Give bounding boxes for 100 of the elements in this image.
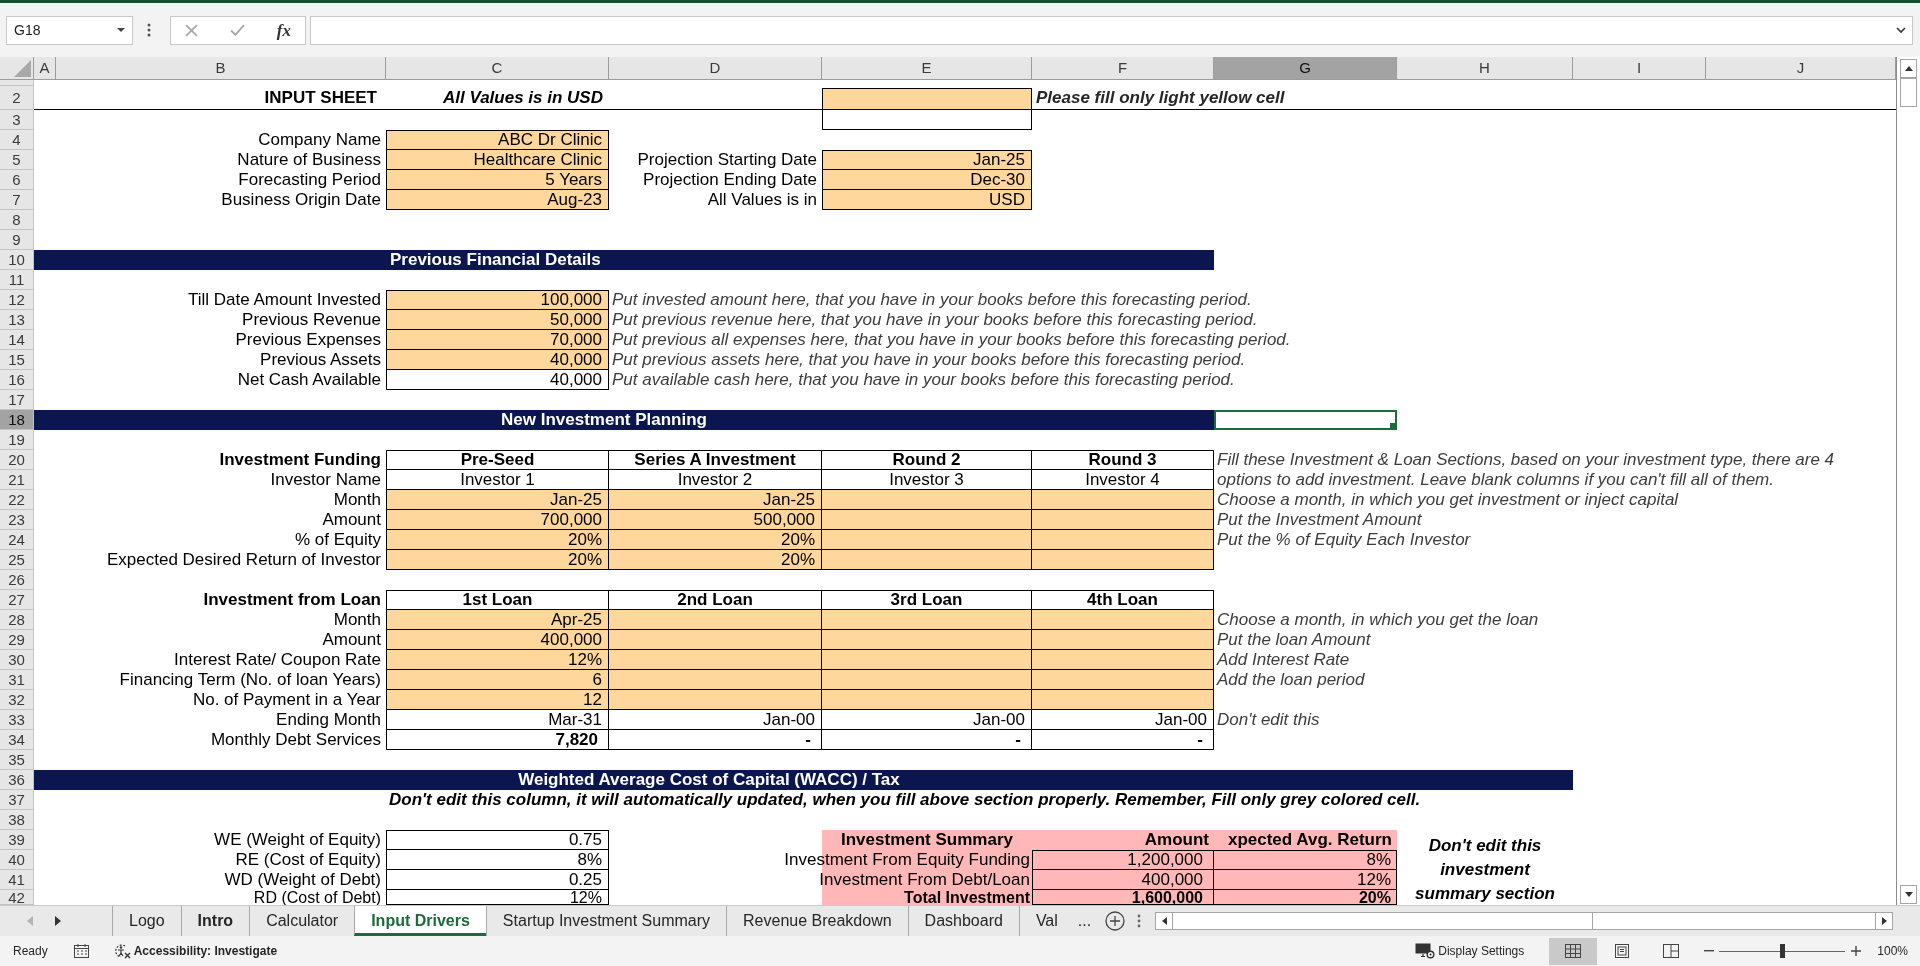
input-cell[interactable]: Jan-25 <box>609 490 822 510</box>
row-header[interactable]: 13 <box>0 310 34 330</box>
input-cell[interactable] <box>1032 550 1214 570</box>
caret-right-icon[interactable] <box>55 916 61 926</box>
input-cell[interactable]: 100,000 <box>386 290 609 310</box>
input-cell[interactable] <box>1032 670 1214 690</box>
row-header[interactable]: 23 <box>0 510 34 530</box>
row-header[interactable]: 37 <box>0 790 34 810</box>
row-header[interactable]: 18 <box>0 410 34 430</box>
column-header[interactable]: J <box>1706 57 1896 80</box>
row-header[interactable]: 39 <box>0 830 34 850</box>
row-header[interactable]: 12 <box>0 290 34 310</box>
scrollbar-thumb[interactable] <box>1900 78 1917 107</box>
row-header[interactable]: 14 <box>0 330 34 350</box>
row-header[interactable]: 40 <box>0 850 34 870</box>
input-cell[interactable] <box>822 490 1032 510</box>
name-box[interactable]: G18 <box>6 15 133 45</box>
row-header[interactable]: 19 <box>0 430 34 450</box>
column-header[interactable]: H <box>1397 57 1573 80</box>
input-cell[interactable]: ABC Dr Clinic <box>386 130 609 150</box>
input-cell[interactable]: 12% <box>386 650 609 670</box>
column-header[interactable]: F <box>1032 57 1214 80</box>
row-header[interactable]: 24 <box>0 530 34 550</box>
input-cell[interactable]: 12 <box>386 690 609 710</box>
minus-icon[interactable] <box>1704 950 1715 952</box>
row-header[interactable]: 4 <box>0 130 34 150</box>
column-header[interactable]: G <box>1214 57 1397 80</box>
row-header[interactable]: 15 <box>0 350 34 370</box>
input-cell[interactable] <box>822 650 1032 670</box>
input-cell[interactable]: 5 Years <box>386 170 609 190</box>
input-cell[interactable]: Jan-25 <box>386 490 609 510</box>
input-cell[interactable]: 20% <box>609 530 822 550</box>
row-header[interactable]: 21 <box>0 470 34 490</box>
caret-down-icon[interactable] <box>117 28 125 32</box>
row-header[interactable]: 5 <box>0 150 34 170</box>
input-cell[interactable]: 20% <box>609 550 822 570</box>
formula-input[interactable] <box>310 15 1913 45</box>
input-cell[interactable]: 400,000 <box>386 630 609 650</box>
column-header[interactable]: E <box>822 57 1032 80</box>
caret-down-icon[interactable] <box>1904 892 1913 897</box>
input-cell[interactable] <box>822 530 1032 550</box>
sheet-tab[interactable]: Input Drivers <box>354 906 486 936</box>
input-cell[interactable] <box>1032 510 1214 530</box>
input-cell[interactable] <box>609 650 822 670</box>
row-header[interactable]: 8 <box>0 210 34 230</box>
vertical-dots-icon[interactable] <box>147 23 151 37</box>
row-header[interactable]: 27 <box>0 590 34 610</box>
input-cell[interactable]: 20% <box>386 550 609 570</box>
input-cell[interactable] <box>1032 630 1214 650</box>
row-header[interactable]: 31 <box>0 670 34 690</box>
input-cell[interactable] <box>1032 610 1214 630</box>
row-header[interactable]: 3 <box>0 110 34 130</box>
input-cell[interactable]: 50,000 <box>386 310 609 330</box>
input-cell[interactable] <box>822 690 1032 710</box>
input-cell[interactable]: 500,000 <box>609 510 822 530</box>
input-cell[interactable] <box>609 690 822 710</box>
calendar-icon[interactable] <box>73 944 89 958</box>
row-header[interactable]: 35 <box>0 750 34 770</box>
zoom-level[interactable]: 100% <box>1877 942 1908 960</box>
fill-handle[interactable] <box>1390 423 1395 428</box>
input-cell[interactable] <box>1032 650 1214 670</box>
slider-thumb[interactable] <box>1780 944 1786 958</box>
column-header[interactable]: B <box>56 57 386 80</box>
input-cell[interactable]: 40,000 <box>386 350 609 370</box>
row-header[interactable]: 42 <box>0 890 34 905</box>
column-header[interactable]: C <box>386 57 609 80</box>
row-header[interactable]: 20 <box>0 450 34 470</box>
input-cell[interactable] <box>822 630 1032 650</box>
row-header[interactable]: 6 <box>0 170 34 190</box>
row-header[interactable]: 28 <box>0 610 34 630</box>
column-header[interactable]: A <box>34 57 56 80</box>
vertical-dots-icon[interactable] <box>1137 914 1142 928</box>
caret-right-icon[interactable] <box>1881 917 1887 925</box>
chevron-down-icon[interactable] <box>1896 27 1906 33</box>
row-header[interactable]: 32 <box>0 690 34 710</box>
view-button[interactable] <box>1549 937 1598 965</box>
caret-up-icon[interactable] <box>1904 66 1913 71</box>
column-header[interactable]: I <box>1573 57 1706 80</box>
scroll-down-button[interactable] <box>1900 885 1917 904</box>
input-cell[interactable]: Healthcare Clinic <box>386 150 609 170</box>
display-settings-button[interactable]: Display Settings <box>1415 942 1525 960</box>
column-header[interactable]: D <box>609 57 822 80</box>
row-header[interactable]: 34 <box>0 730 34 750</box>
caret-left-icon[interactable] <box>1161 917 1167 925</box>
row-header[interactable]: 2 <box>0 86 34 110</box>
input-cell[interactable] <box>609 610 822 630</box>
row-header[interactable]: 22 <box>0 490 34 510</box>
input-cell[interactable] <box>609 630 822 650</box>
input-cell[interactable] <box>822 510 1032 530</box>
row-header[interactable]: 10 <box>0 250 34 270</box>
input-cell[interactable] <box>1032 490 1214 510</box>
row-header[interactable]: 41 <box>0 870 34 890</box>
input-cell[interactable]: Aug-23 <box>386 190 609 210</box>
vertical-scrollbar[interactable] <box>1896 57 1920 905</box>
input-cell[interactable]: Jan-25 <box>822 150 1032 170</box>
insert-function-button[interactable]: fx <box>276 21 291 39</box>
row-header[interactable]: 30 <box>0 650 34 670</box>
input-cell[interactable] <box>1032 530 1214 550</box>
row-header[interactable]: 36 <box>0 770 34 790</box>
input-cell[interactable]: USD <box>822 190 1032 210</box>
